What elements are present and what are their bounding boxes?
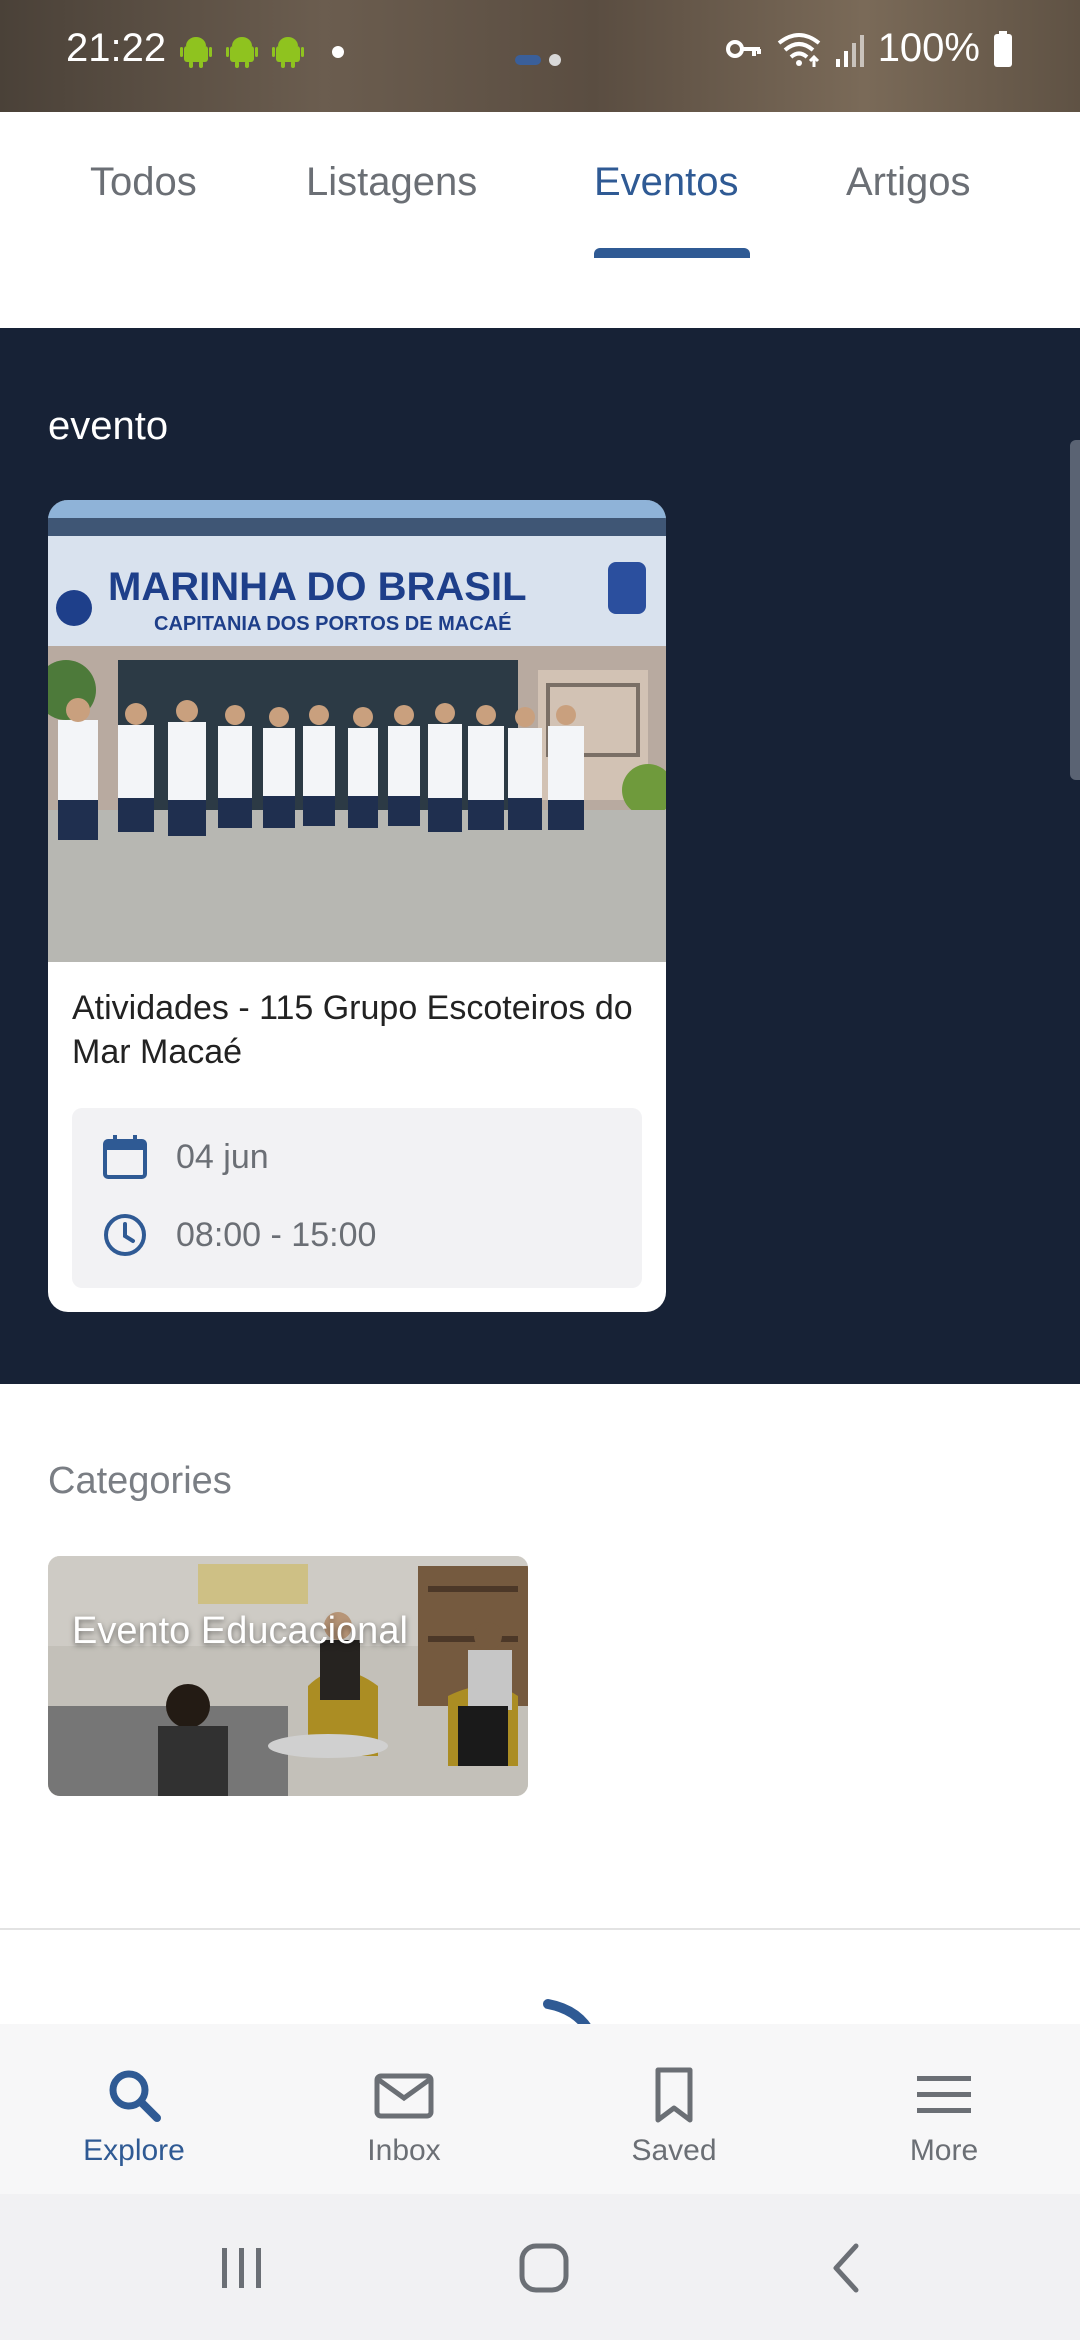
bookmark-icon (655, 2067, 693, 2123)
bottom-navigation: Explore Inbox Saved More (0, 2024, 1080, 2194)
content-type-tabs: Todos Listagens Eventos Artigos (0, 112, 1080, 328)
page-indicator (515, 54, 561, 66)
recent-apps-icon[interactable] (214, 2240, 270, 2296)
categories-title: Categories (48, 1460, 232, 1502)
category-image (48, 1556, 528, 1796)
section-divider (0, 1928, 1080, 1930)
event-card[interactable]: MARINHA DO BRASIL CAPITANIA DOS PORTOS D… (48, 500, 666, 1312)
search-icon (109, 2070, 161, 2122)
vpn-key-icon (725, 39, 761, 58)
back-icon[interactable] (820, 2240, 876, 2296)
nav-saved[interactable]: Saved (574, 2064, 774, 2168)
status-time: 21:22 (66, 26, 167, 70)
signal-icon (835, 34, 864, 67)
android-icon (272, 37, 304, 68)
event-time: 08:00 - 15:00 (176, 1215, 377, 1254)
nav-inbox[interactable]: Inbox (304, 2064, 504, 2168)
photo-sign-line2: CAPITANIA DOS PORTOS DE MACAÉ (154, 612, 511, 635)
page-indicator-dot (549, 54, 561, 66)
event-photo: MARINHA DO BRASIL CAPITANIA DOS PORTOS D… (48, 500, 666, 962)
events-section: evento MARINHA DO BRASIL CAPITANIA DOS P… (0, 328, 1080, 1384)
event-title: Atividades - 115 Grupo Escoteiros do Mar… (72, 989, 633, 1071)
clock-icon (104, 1214, 146, 1256)
nav-more-label: More (909, 2134, 979, 2167)
tab-artigos[interactable]: Artigos (846, 160, 971, 205)
notification-icons (180, 34, 304, 68)
section-title: evento (48, 404, 169, 448)
nav-explore-label: Explore (83, 2134, 185, 2167)
battery-percent: 100% (877, 26, 980, 70)
tab-listagens[interactable]: Listagens (306, 160, 477, 205)
wifi-icon (777, 32, 820, 67)
event-date-row: 04 jun (100, 1132, 269, 1182)
photo-sign-line1: MARINHA DO BRASIL (108, 565, 527, 609)
category-card[interactable]: Evento Educacional (48, 1556, 528, 1796)
page-indicator-active (515, 55, 541, 65)
nav-saved-label: Saved (631, 2134, 717, 2167)
event-date: 04 jun (176, 1137, 269, 1176)
mail-icon (374, 2073, 434, 2119)
system-status-icons: 100% (724, 26, 1014, 71)
tab-todos[interactable]: Todos (90, 160, 197, 205)
menu-icon (917, 2076, 971, 2113)
notification-dot-icon (332, 46, 344, 58)
calendar-icon (103, 1135, 147, 1179)
status-bar: 21:22 100% (0, 0, 1080, 112)
nav-more[interactable]: More (844, 2064, 1044, 2168)
category-label: Evento Educacional (72, 1610, 408, 1652)
battery-icon (994, 30, 1012, 67)
home-icon[interactable] (516, 2240, 572, 2296)
event-meta: 04 jun 08:00 - 15:00 (72, 1108, 642, 1288)
scrollbar[interactable] (1070, 440, 1080, 780)
tab-eventos[interactable]: Eventos (594, 160, 739, 205)
event-time-row: 08:00 - 15:00 (100, 1210, 376, 1260)
system-navigation-bar (0, 2194, 1080, 2340)
active-tab-indicator (594, 248, 750, 258)
nav-inbox-label: Inbox (367, 2134, 441, 2167)
android-icon (226, 37, 258, 68)
nav-explore[interactable]: Explore (34, 2064, 234, 2168)
android-icon (180, 37, 212, 68)
